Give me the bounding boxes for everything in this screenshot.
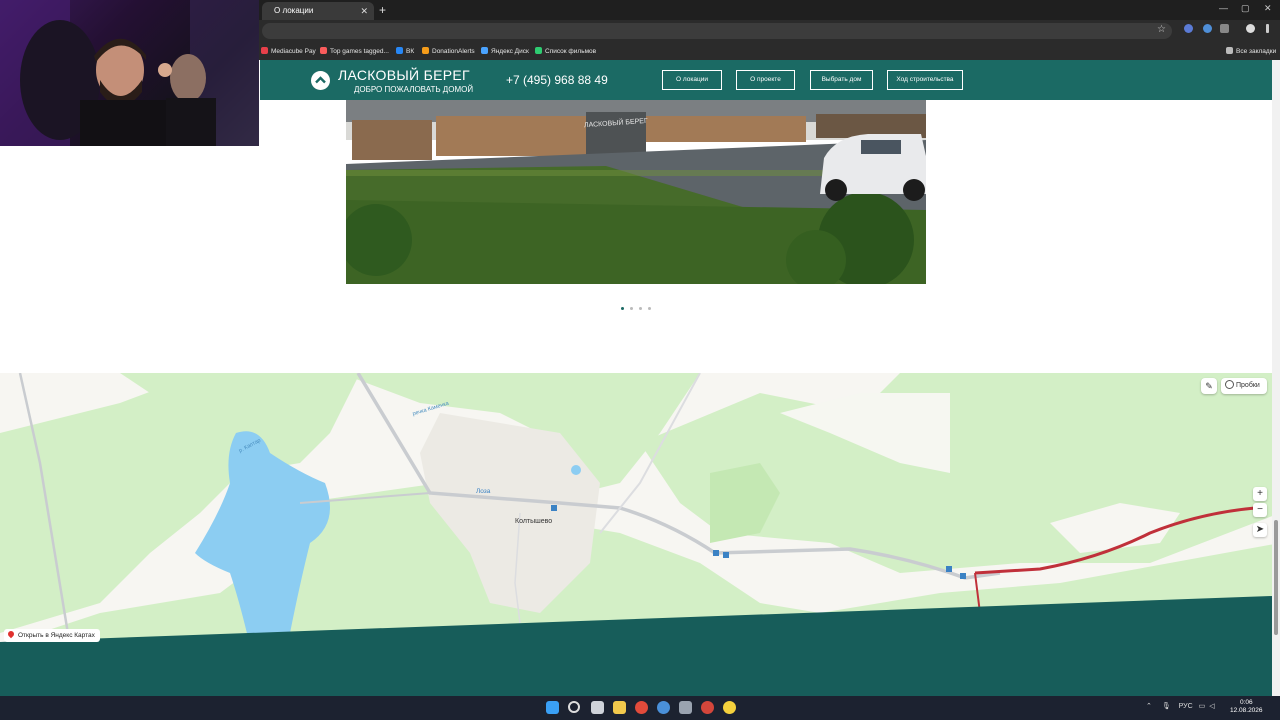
bookmark-icon bbox=[320, 47, 327, 54]
traffic-icon bbox=[1225, 380, 1234, 389]
slider-dot[interactable] bbox=[648, 307, 651, 310]
tab-active[interactable]: О локации ✕ bbox=[262, 2, 374, 20]
tab-close-icon[interactable]: ✕ bbox=[360, 2, 368, 20]
scrollbar-thumb[interactable] bbox=[1274, 520, 1278, 635]
logo-chevron-icon[interactable] bbox=[311, 71, 330, 90]
extensions-icon[interactable] bbox=[1220, 24, 1229, 33]
app-icon[interactable] bbox=[701, 701, 714, 714]
bookmark-icon bbox=[535, 47, 542, 54]
app-icon[interactable] bbox=[679, 701, 692, 714]
volume-icon[interactable]: ◁ bbox=[1209, 703, 1214, 710]
webcam-scene bbox=[0, 0, 259, 146]
nav-about-location[interactable]: О локации bbox=[662, 70, 722, 90]
minimize-button[interactable]: — bbox=[1219, 3, 1228, 13]
clock[interactable]: 0:06 12.08.2026 bbox=[1230, 699, 1263, 715]
open-in-yandex-maps-link[interactable]: Открыть в Яндекс Картах bbox=[4, 629, 100, 642]
bookmark-icon bbox=[481, 47, 488, 54]
bookmark-item[interactable]: Mediacube Pay bbox=[261, 47, 316, 55]
page-scrollbar[interactable] bbox=[1272, 60, 1280, 696]
pin-icon bbox=[6, 629, 16, 639]
system-tray: ⌃ 🎙 РУС ▭ ◁ bbox=[1146, 702, 1215, 710]
webcam-overlay bbox=[0, 0, 259, 146]
task-view-icon[interactable] bbox=[591, 701, 604, 714]
extension-icon[interactable] bbox=[1203, 24, 1212, 33]
windows-start-icon[interactable] bbox=[546, 701, 559, 714]
menu-icon[interactable] bbox=[1266, 24, 1269, 33]
slider-dot[interactable] bbox=[639, 307, 642, 310]
language-indicator[interactable]: РУС bbox=[1179, 703, 1193, 710]
bookmark-icon bbox=[422, 47, 429, 54]
bookmark-item[interactable]: DonationAlerts bbox=[422, 47, 475, 55]
site-header: ЛАСКОВЫЙ БЕРЕГ ДОБРО ПОЖАЛОВАТЬ ДОМОЙ +7… bbox=[260, 60, 1272, 100]
bookmark-item[interactable]: Яндекс Диск bbox=[481, 47, 529, 55]
search-icon[interactable] bbox=[568, 701, 580, 713]
extension-icon[interactable] bbox=[1184, 24, 1193, 33]
ruler-icon[interactable]: ✎ bbox=[1201, 378, 1217, 394]
geolocation-icon[interactable]: ➤ bbox=[1253, 523, 1267, 537]
bookmark-icon bbox=[261, 47, 268, 54]
bookmark-item[interactable]: Top games tagged... bbox=[320, 47, 389, 55]
close-window-button[interactable]: ✕ bbox=[1264, 3, 1272, 14]
slider-dot[interactable] bbox=[630, 307, 633, 310]
network-icon[interactable]: ▭ bbox=[1199, 703, 1206, 710]
bookmark-item[interactable]: Список фильмов bbox=[535, 47, 596, 55]
chevron-up-icon[interactable]: ⌃ bbox=[1146, 703, 1152, 710]
file-explorer-icon[interactable] bbox=[613, 701, 626, 714]
address-bar[interactable]: ☆ bbox=[262, 23, 1172, 39]
traffic-button[interactable]: Пробки bbox=[1221, 378, 1267, 394]
hero-slide-image[interactable]: ЛАСКОВЫЙ БЕРЕГ bbox=[346, 100, 926, 284]
zoom-out-button[interactable]: − bbox=[1253, 503, 1267, 517]
chrome-profile-icon[interactable] bbox=[657, 701, 670, 714]
logo-title[interactable]: ЛАСКОВЫЙ БЕРЕГ bbox=[338, 67, 470, 83]
app-icon[interactable] bbox=[723, 701, 736, 714]
tab-title: О локации bbox=[274, 6, 314, 15]
bookmark-icon bbox=[396, 47, 403, 54]
phone-number[interactable]: +7 (495) 968 88 49 bbox=[506, 73, 608, 87]
nav-about-project[interactable]: О проекте bbox=[736, 70, 795, 90]
star-icon[interactable]: ☆ bbox=[1157, 24, 1166, 35]
nav-choose-house[interactable]: Выбрать дом bbox=[810, 70, 873, 90]
new-tab-button[interactable]: + bbox=[379, 3, 386, 17]
nav-construction-progress[interactable]: Ход строительства bbox=[887, 70, 963, 90]
clock-time: 0:06 bbox=[1239, 699, 1253, 706]
logo-subtitle: ДОБРО ПОЖАЛОВАТЬ ДОМОЙ bbox=[354, 85, 474, 94]
chrome-icon[interactable] bbox=[635, 701, 648, 714]
slider-pagination bbox=[621, 297, 657, 315]
zoom-in-button[interactable]: + bbox=[1253, 487, 1267, 501]
village-label: Колтышево bbox=[515, 518, 553, 525]
slider-dot[interactable] bbox=[621, 307, 624, 310]
clock-date: 12.08.2026 bbox=[1230, 707, 1263, 714]
windows-taskbar: ⌃ 🎙 РУС ▭ ◁ 0:06 12.08.2026 bbox=[0, 696, 1280, 720]
maximize-button[interactable]: ▢ bbox=[1241, 3, 1250, 14]
microphone-icon[interactable]: 🎙 bbox=[1162, 703, 1171, 710]
bookmark-item[interactable]: ВК bbox=[396, 47, 414, 55]
bookmark-folder-icon bbox=[1226, 47, 1233, 54]
all-bookmarks-button[interactable]: Все закладки bbox=[1226, 47, 1276, 55]
poi-label[interactable]: Лоза bbox=[476, 488, 490, 495]
profile-icon[interactable] bbox=[1246, 24, 1255, 33]
